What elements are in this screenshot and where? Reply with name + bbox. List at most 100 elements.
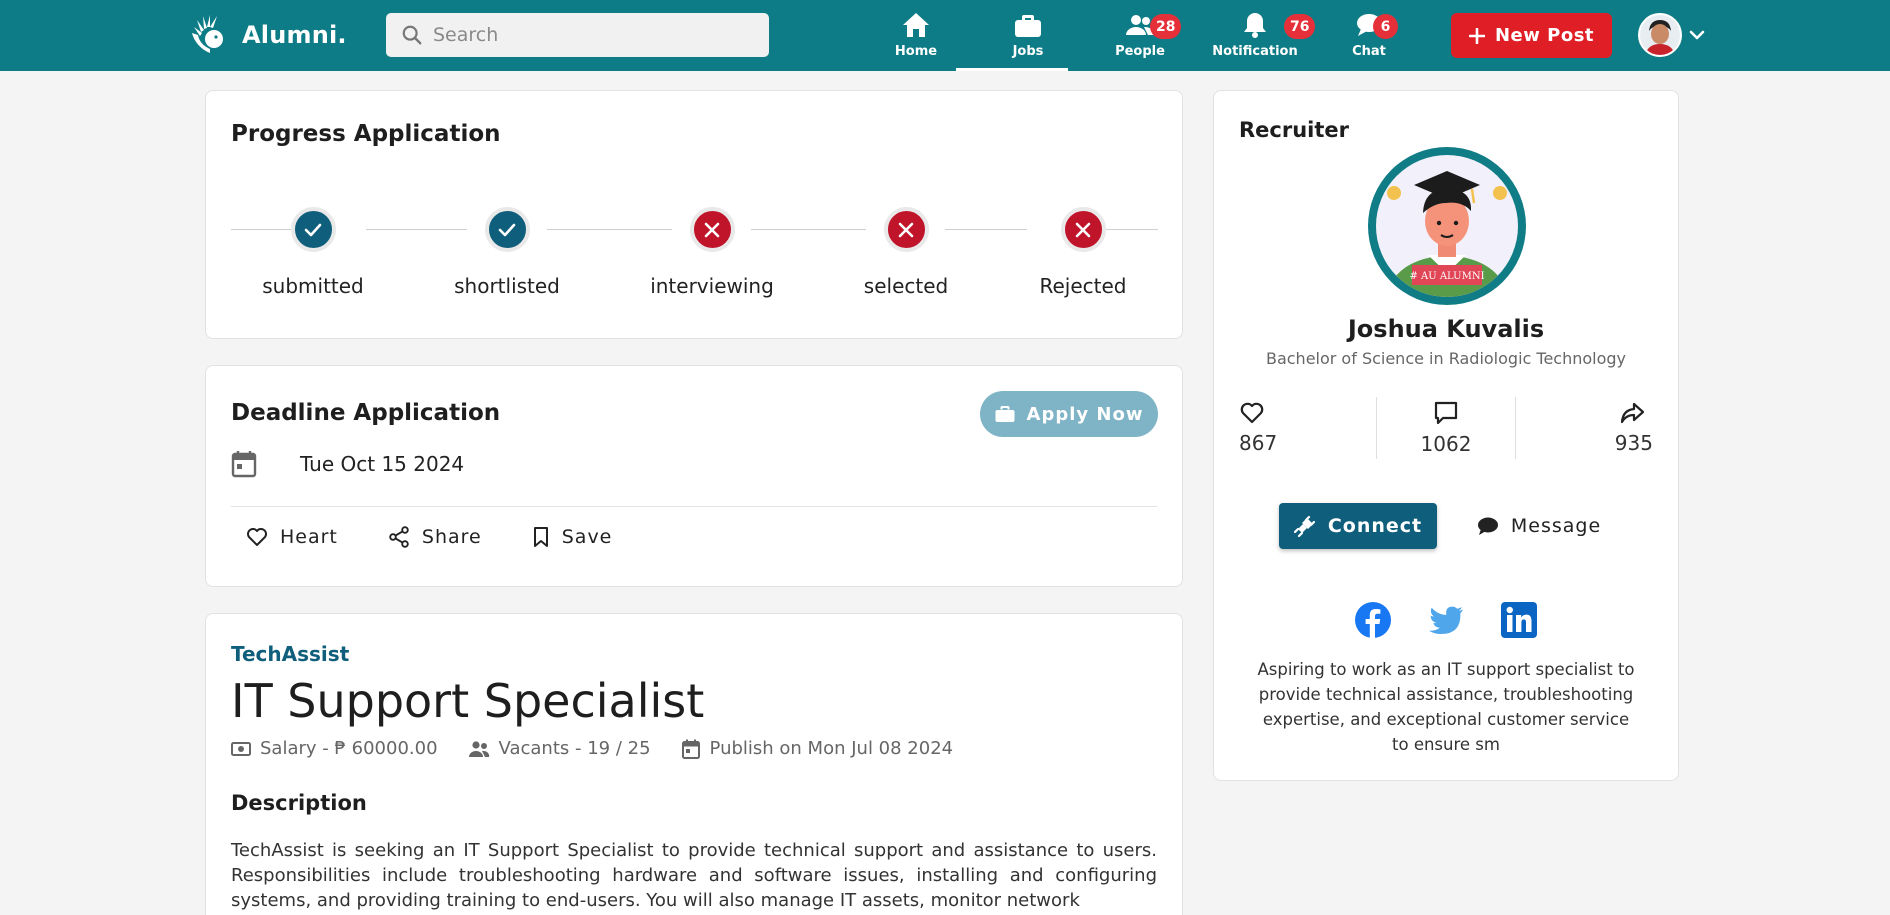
deadline-date: Tue Oct 15 2024: [300, 452, 465, 476]
comments-stat[interactable]: 1062: [1376, 397, 1514, 459]
connect-button[interactable]: Connect: [1279, 503, 1437, 549]
apply-now-label: Apply Now: [1026, 403, 1144, 425]
avatar-icon: [1640, 15, 1680, 55]
search-input[interactable]: [433, 24, 753, 46]
brand-name: Alumni.: [242, 21, 347, 49]
nav-jobs-label: Jobs: [1012, 44, 1044, 59]
heart-label: Heart: [280, 526, 338, 548]
shares-stat[interactable]: 935: [1514, 397, 1653, 459]
deadline-application-card: Deadline Application Apply Now Tue Oct 1…: [205, 365, 1183, 587]
brand[interactable]: Alumni.: [188, 12, 347, 58]
share-label: Share: [421, 526, 482, 548]
published-text: Publish on Mon Jul 08 2024: [709, 738, 954, 759]
people-count-badge: 28: [1150, 14, 1182, 39]
deadline-title: Deadline Application: [231, 400, 501, 426]
progress-step-selected: selected: [826, 207, 986, 298]
step-label: interviewing: [650, 274, 774, 298]
job-title: IT Support Specialist: [231, 674, 705, 728]
save-label: Save: [561, 526, 613, 548]
nav-notification-label: Notification: [1212, 44, 1298, 59]
check-icon: [304, 223, 322, 236]
chat-count-badge: 6: [1373, 14, 1398, 39]
people-icon: [468, 740, 489, 757]
heart-button[interactable]: Heart: [246, 526, 338, 548]
search-bar[interactable]: [386, 13, 769, 57]
nav-home[interactable]: Home: [895, 10, 937, 68]
save-button[interactable]: Save: [532, 526, 613, 548]
salary-text: Salary - ₱ 60000.00: [260, 738, 438, 759]
progress-step-submitted: submitted: [233, 207, 393, 298]
share-icon: [389, 526, 409, 548]
published-info: Publish on Mon Jul 08 2024: [681, 738, 954, 759]
heart-icon: [247, 528, 267, 546]
nav-chat-label: Chat: [1352, 44, 1386, 59]
recruiter-title: Recruiter: [1239, 118, 1350, 142]
chevron-down-icon[interactable]: [1688, 26, 1706, 44]
avatar-banner-text: # AU ALUMNI: [1409, 271, 1484, 282]
step-label: submitted: [262, 274, 364, 298]
new-post-label: New Post: [1494, 25, 1595, 46]
divider: [231, 506, 1157, 507]
job-details-card: TechAssist IT Support Specialist Salary …: [205, 613, 1183, 915]
comment-icon: [1434, 401, 1458, 425]
calendar-icon: [681, 739, 700, 759]
linkedin-icon[interactable]: [1500, 601, 1538, 639]
description-title: Description: [231, 791, 367, 815]
plus-icon: [1468, 27, 1485, 44]
search-icon: [402, 25, 422, 45]
forward-icon: [1620, 402, 1645, 424]
bookmark-icon: [533, 527, 548, 547]
message-label: Message: [1510, 515, 1602, 537]
headdress-logo-icon: [192, 15, 223, 53]
facebook-icon[interactable]: [1354, 601, 1392, 639]
comments-count: 1062: [1420, 432, 1472, 456]
chat-bubble-icon: [1477, 517, 1498, 535]
nav-jobs[interactable]: Jobs: [956, 10, 1068, 71]
briefcase-icon: [1015, 15, 1041, 37]
recruiter-bio: Aspiring to work as an IT support specia…: [1257, 660, 1635, 754]
x-icon: [1075, 222, 1091, 237]
recruiter-card: Recruiter # AU ALUMNI Joshua Kuvalis Bac…: [1213, 90, 1679, 781]
shares-count: 935: [1614, 431, 1653, 455]
likes-stat[interactable]: 867: [1239, 397, 1376, 459]
nav-home-label: Home: [894, 44, 938, 59]
check-icon: [498, 223, 516, 236]
home-icon: [903, 13, 929, 37]
user-avatar[interactable]: [1638, 13, 1682, 57]
job-meta: Salary - ₱ 60000.00 Vacants - 19 / 25 Pu…: [231, 738, 953, 759]
job-actions: Heart Share Save: [246, 526, 612, 548]
new-post-button[interactable]: New Post: [1451, 13, 1612, 58]
plug-icon: [1293, 515, 1315, 537]
twitter-icon[interactable]: [1427, 601, 1465, 639]
progress-title: Progress Application: [231, 121, 501, 147]
connect-label: Connect: [1327, 515, 1423, 537]
description-text: TechAssist is seeking an IT Support Spec…: [231, 840, 1157, 911]
briefcase-icon: [995, 406, 1015, 422]
social-links: [1214, 601, 1678, 639]
money-icon: [231, 741, 251, 756]
bell-icon: [1244, 13, 1266, 38]
notification-count-badge: 76: [1284, 14, 1316, 39]
likes-count: 867: [1239, 431, 1278, 455]
vacants-text: Vacants - 19 / 25: [498, 738, 651, 759]
progress-step-rejected: Rejected: [1003, 207, 1163, 298]
vacants-info: Vacants - 19 / 25: [468, 738, 651, 759]
x-icon: [704, 222, 720, 237]
step-label: shortlisted: [454, 274, 560, 298]
apply-now-button[interactable]: Apply Now: [980, 391, 1158, 437]
deadline-date-row: Tue Oct 15 2024: [231, 450, 464, 478]
recruiter-name: Joshua Kuvalis: [1347, 315, 1545, 343]
step-label: Rejected: [1039, 274, 1127, 298]
progress-step-shortlisted: shortlisted: [427, 207, 587, 298]
company-name[interactable]: TechAssist: [231, 642, 349, 666]
x-icon: [898, 222, 914, 237]
progress-step-interviewing: interviewing: [632, 207, 792, 298]
salary-info: Salary - ₱ 60000.00: [231, 738, 438, 759]
graduate-avatar-icon: # AU ALUMNI: [1376, 155, 1518, 297]
top-navbar: Alumni. Home Jobs: [0, 0, 1890, 71]
share-button[interactable]: Share: [388, 526, 482, 548]
message-button[interactable]: Message: [1469, 503, 1609, 549]
nav-people-label: People: [1115, 44, 1165, 59]
recruiter-avatar[interactable]: # AU ALUMNI: [1368, 147, 1526, 305]
heart-icon: [1240, 402, 1264, 424]
